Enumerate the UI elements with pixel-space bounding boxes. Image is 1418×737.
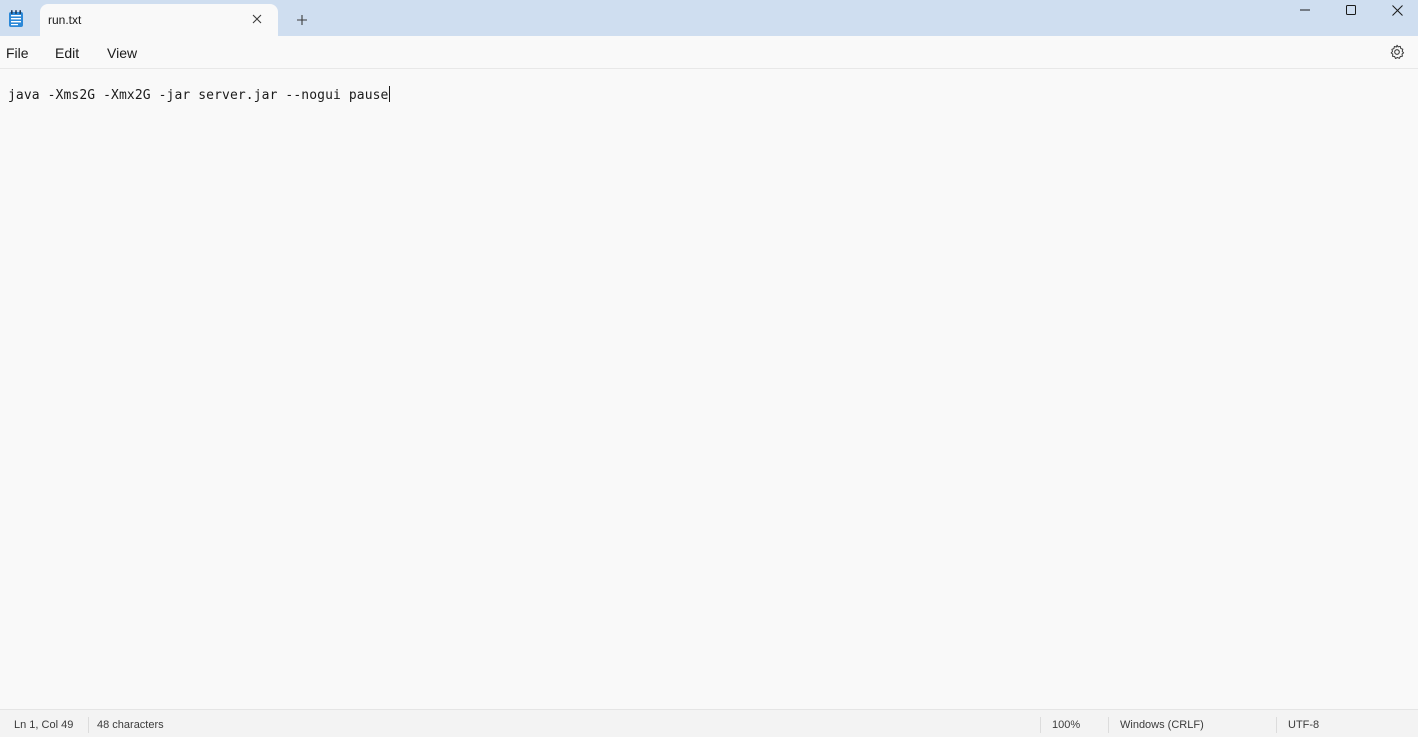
minimize-icon[interactable] — [1282, 0, 1328, 20]
editor-line: java -Xms2G -Xmx2G -jar server.jar --nog… — [8, 88, 389, 103]
tab-run-txt[interactable]: run.txt — [40, 4, 278, 36]
zoom-level[interactable]: 100% — [1052, 719, 1080, 731]
maximize-icon[interactable] — [1328, 0, 1374, 20]
tab-title: run.txt — [48, 13, 82, 27]
menu-file[interactable]: File — [6, 45, 29, 61]
menu-bar: File Edit View — [0, 36, 1418, 69]
notepad-window: run.txt File Edit View java -Xms2G -Xmx2… — [0, 0, 1418, 737]
status-divider — [1276, 717, 1277, 733]
title-bar[interactable]: run.txt — [0, 0, 1418, 36]
character-count: 48 characters — [97, 719, 164, 731]
text-editor[interactable]: java -Xms2G -Xmx2G -jar server.jar --nog… — [0, 69, 1418, 709]
close-icon[interactable] — [1374, 0, 1418, 20]
status-divider — [1108, 717, 1109, 733]
plus-icon[interactable] — [292, 11, 312, 29]
encoding[interactable]: UTF-8 — [1288, 719, 1319, 731]
menu-edit[interactable]: Edit — [55, 45, 79, 61]
status-divider — [88, 717, 89, 733]
close-icon[interactable] — [248, 10, 266, 28]
gear-icon[interactable] — [1388, 43, 1406, 61]
editor-content[interactable]: java -Xms2G -Xmx2G -jar server.jar --nog… — [8, 86, 391, 103]
notepad-icon — [8, 9, 24, 28]
line-ending[interactable]: Windows (CRLF) — [1120, 719, 1204, 731]
status-divider — [1040, 717, 1041, 733]
text-caret — [389, 86, 391, 102]
cursor-position[interactable]: Ln 1, Col 49 — [14, 719, 73, 731]
menu-view[interactable]: View — [107, 45, 137, 61]
status-bar: Ln 1, Col 49 48 characters 100% Windows … — [0, 709, 1418, 737]
